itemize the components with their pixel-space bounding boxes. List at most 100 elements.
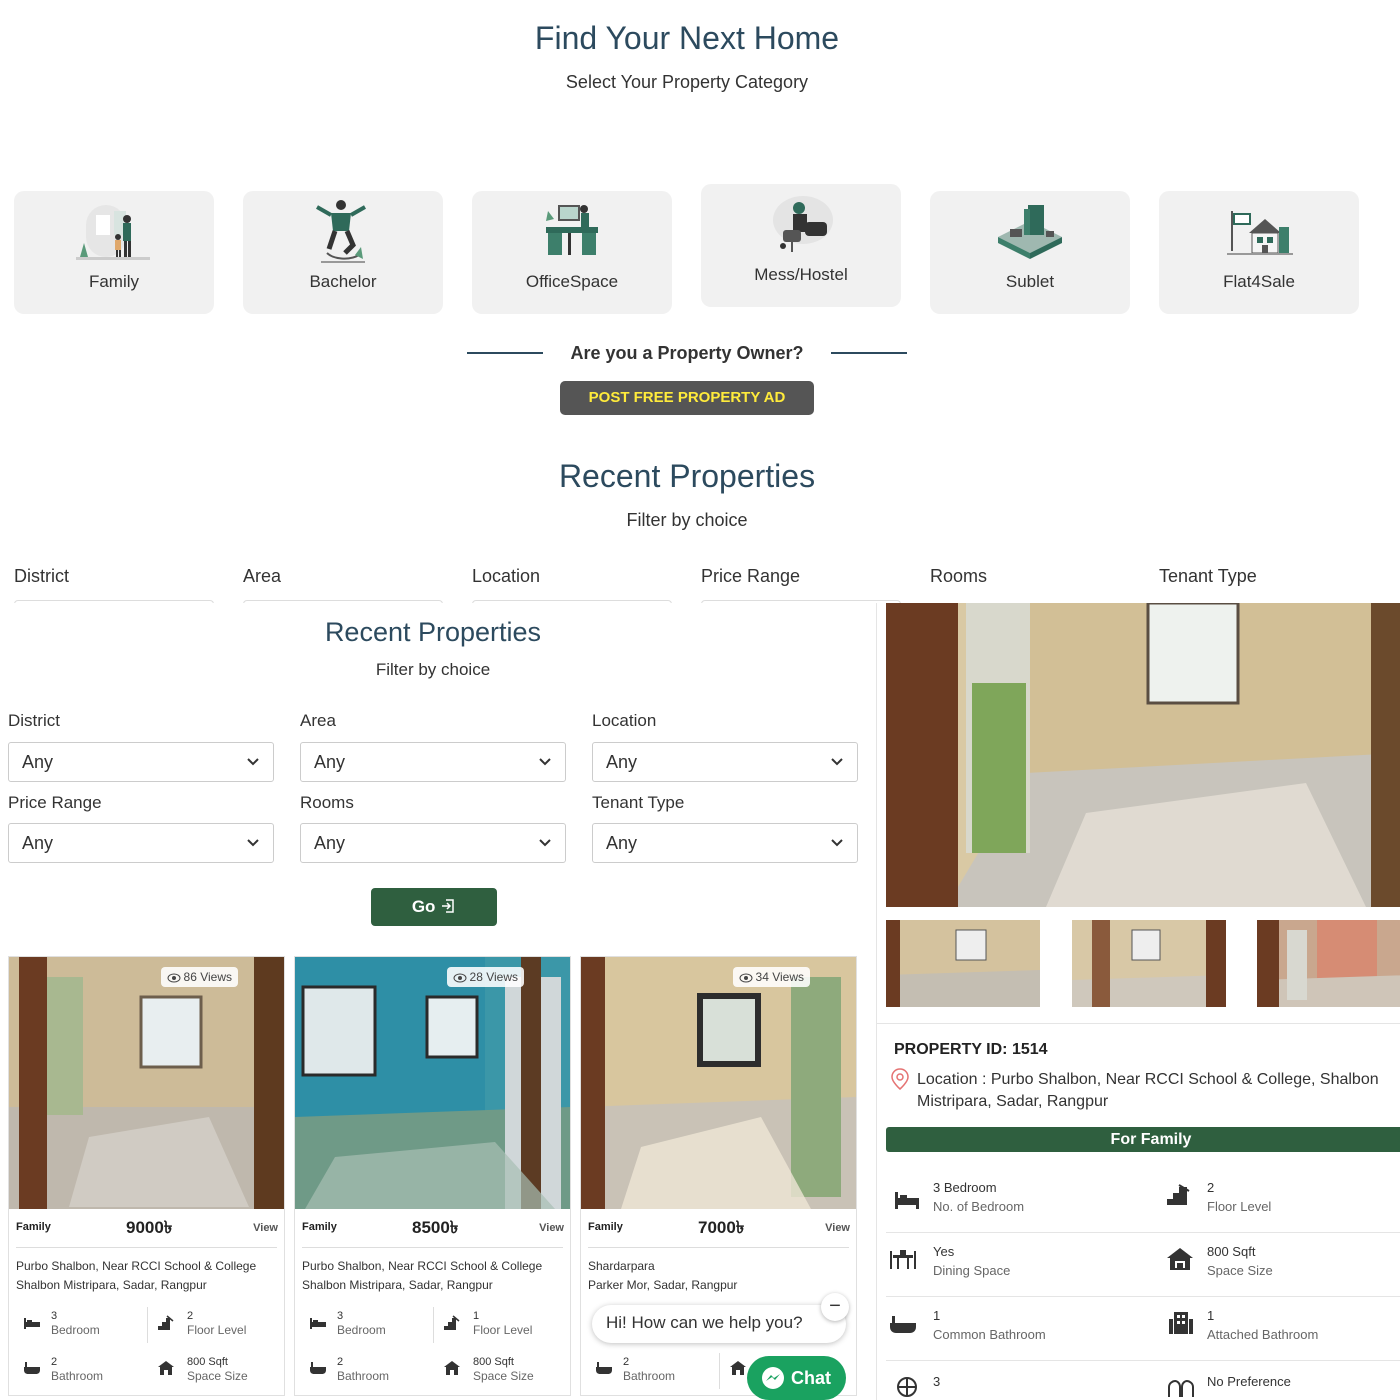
sublet-illustration: [998, 205, 1062, 259]
office-illustration: [546, 205, 598, 255]
property-price: 9000৳: [126, 1218, 173, 1237]
balcony-icon: [897, 1377, 917, 1397]
property-type: Family: [588, 1221, 623, 1233]
photo-thumbnail[interactable]: [886, 920, 1040, 1007]
photo-thumbnail[interactable]: [1072, 920, 1226, 1007]
spec-floor: 2 Floor Level: [1207, 1180, 1271, 1214]
property-type: Family: [302, 1221, 337, 1233]
spec-bathroom: 2 Bathroom: [337, 1355, 389, 1384]
view-link[interactable]: View: [253, 1222, 278, 1234]
address-line: Shalbon Mistripara, Sadar, Rangpur: [16, 1278, 207, 1292]
house-icon: [1167, 1248, 1193, 1270]
view-link[interactable]: View: [539, 1222, 564, 1234]
spec-label: Attached Bathroom: [1207, 1327, 1319, 1342]
property-address: Purbo Shalbon, Near RCCI School & Colleg…: [16, 1257, 278, 1295]
bed-icon: [310, 1318, 326, 1329]
category-sublet[interactable]: Sublet: [930, 191, 1130, 314]
property-category-banner: For Family: [886, 1127, 1400, 1152]
category-bachelor[interactable]: Bachelor: [243, 191, 443, 314]
bathtub-icon: [890, 1316, 916, 1333]
district-select[interactable]: Any: [8, 742, 274, 782]
eye-icon: [167, 973, 181, 983]
chat-minimize-button[interactable]: −: [821, 1293, 849, 1321]
tenant-type-select[interactable]: Any: [592, 823, 858, 863]
property-id: PROPERTY ID: 1514: [894, 1041, 1048, 1058]
panel-title: Recent Properties: [324, 617, 542, 647]
select-value: Any: [606, 752, 638, 772]
spec-floor: 1 Floor Level: [473, 1309, 532, 1338]
views-badge: 34 Views: [732, 967, 810, 987]
category-family[interactable]: Family: [14, 191, 214, 314]
property-photo: [295, 957, 570, 1209]
go-button[interactable]: Go: [371, 888, 497, 926]
address-line: Purbo Shalbon, Near RCCI School & Colleg…: [302, 1259, 543, 1273]
property-card[interactable]: 86 Views Family 9000৳ View Purbo Shalbon…: [8, 956, 285, 1396]
category-flat4sale[interactable]: Flat4Sale: [1159, 191, 1359, 314]
main-property-photo: [886, 603, 1400, 907]
spec-label: Space Size: [473, 1369, 534, 1383]
location-line: Mistripara, Sadar, Rangpur: [917, 1093, 1109, 1110]
spec-label: Space Size: [1207, 1263, 1273, 1278]
address-line: Shalbon Mistripara, Sadar, Rangpur: [302, 1278, 493, 1292]
location-line: Location : Purbo Shalbon, Near RCCI Scho…: [917, 1071, 1379, 1088]
divider: [302, 1247, 563, 1248]
owner-question: Are you a Property Owner?: [570, 343, 804, 363]
views-count: 34 Views: [755, 970, 804, 984]
spec-tenant-type: No Preference: [1207, 1374, 1291, 1389]
divider: [886, 1232, 1400, 1233]
property-card[interactable]: 28 Views Family 8500৳ View Purbo Shalbon…: [294, 956, 571, 1396]
view-link[interactable]: View: [825, 1222, 850, 1234]
divider: [433, 1307, 434, 1343]
eye-icon: [453, 973, 467, 983]
spec-balcony: 3: [933, 1374, 940, 1389]
recent-properties-panel: Recent Properties Filter by choice Distr…: [0, 603, 873, 1400]
messenger-icon: [762, 1367, 784, 1389]
eye-icon: [739, 973, 753, 983]
spec-attached-bathroom: 1 Attached Bathroom: [1207, 1308, 1318, 1342]
chevron-down-icon: [831, 839, 843, 847]
spec-value: 1: [473, 1310, 480, 1322]
category-officespace[interactable]: OfficeSpace: [472, 191, 672, 314]
dining-icon: [890, 1250, 916, 1269]
spec-common-bathroom: 1 Common Bathroom: [933, 1308, 1046, 1342]
spec-floor: 2 Floor Level: [187, 1309, 246, 1338]
views-badge: 28 Views: [446, 967, 524, 987]
chevron-down-icon: [539, 758, 551, 766]
spec-label: Bathroom: [337, 1369, 390, 1383]
photo-thumbnail[interactable]: [1257, 920, 1400, 1007]
filter-label-location: Location: [472, 566, 541, 586]
area-label: Area: [300, 711, 336, 730]
divider: [886, 1360, 1400, 1361]
spec-label: Bathroom: [623, 1369, 676, 1383]
spec-value: 3: [933, 1374, 941, 1389]
spec-value: 1: [933, 1308, 941, 1323]
rooms-select[interactable]: Any: [300, 823, 566, 863]
property-price: 7000৳: [698, 1218, 745, 1237]
divider: [877, 1023, 1400, 1024]
category-mess-hostel[interactable]: Mess/Hostel: [701, 184, 901, 307]
district-label: District: [8, 711, 60, 730]
post-property-ad-button[interactable]: POST FREE PROPERTY AD: [560, 381, 814, 415]
chat-greeting-bubble[interactable]: Hi! How can we help you?: [592, 1305, 846, 1343]
spec-label: Floor Level: [1207, 1199, 1272, 1214]
rooms-label: Rooms: [300, 793, 354, 812]
spec-value: No Preference: [1207, 1374, 1291, 1389]
spec-dining: Yes Dining Space: [933, 1244, 1010, 1278]
spec-bedroom: 3 Bedroom: [51, 1309, 100, 1338]
property-detail-panel: PROPERTY ID: 1514 Location : Purbo Shalb…: [876, 603, 1400, 1400]
bathtub-icon: [24, 1362, 40, 1374]
bathtub-icon: [596, 1362, 612, 1374]
divider: [588, 1247, 849, 1248]
spec-bedroom: 3 Bedroom No. of Bedroom: [933, 1180, 1024, 1214]
area-select[interactable]: Any: [300, 742, 566, 782]
filter-label-district: District: [14, 566, 69, 586]
spec-label: Bedroom: [51, 1323, 100, 1337]
select-value: Any: [314, 752, 346, 772]
select-value: Any: [314, 833, 346, 853]
chat-button[interactable]: Chat: [747, 1356, 846, 1400]
house-icon: [730, 1361, 746, 1375]
location-select[interactable]: Any: [592, 742, 858, 782]
filter-label-tenant-type: Tenant Type: [1159, 566, 1257, 586]
price-range-select[interactable]: Any: [8, 823, 274, 863]
address-line: Shardarpara: [588, 1259, 655, 1273]
